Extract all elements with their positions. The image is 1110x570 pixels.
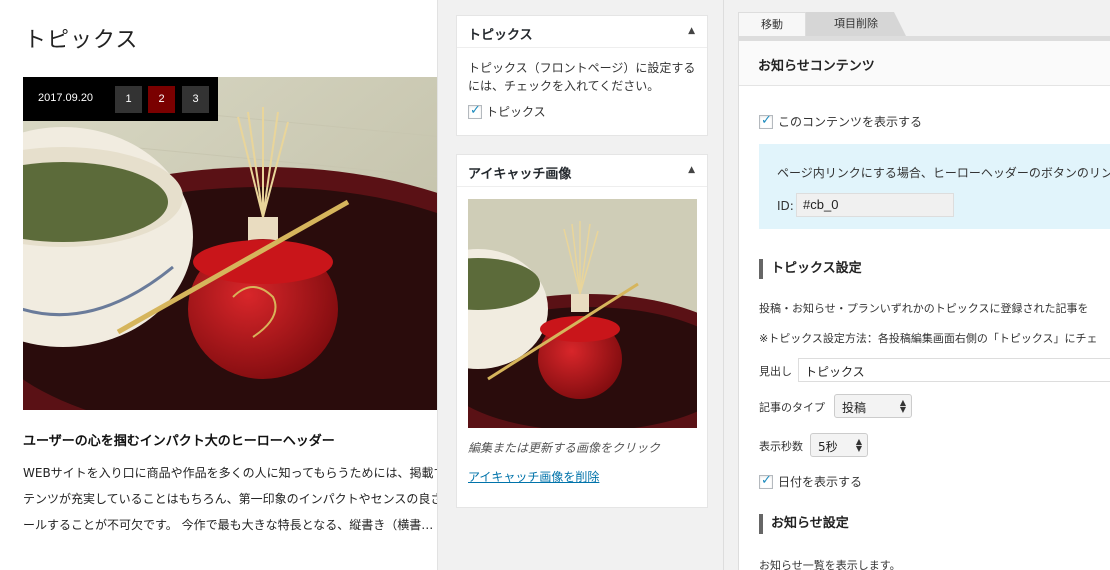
article-title[interactable]: ユーザーの心を掴むインパクト大のヒーローヘッダー xyxy=(23,430,335,449)
topics-metabox-title: トピックス xyxy=(468,28,533,43)
tab-move[interactable]: 移動 xyxy=(738,12,806,36)
hero-image[interactable] xyxy=(23,77,437,410)
collapse-triangle-icon[interactable]: ▲ xyxy=(688,165,695,175)
display-seconds-value: 5秒 xyxy=(818,440,838,454)
select-arrows-icon: ▲ ▼ xyxy=(899,398,906,414)
article-excerpt: WEBサイトを入り口に商品や作品を多くの人に知ってもらうためには、掲載するコンテ… xyxy=(23,466,437,532)
show-date-checkbox[interactable] xyxy=(759,473,773,489)
topics-checkbox-row[interactable]: トピックス xyxy=(457,95,707,120)
topics-metabox: トピックス ▲ トピックス（フロントページ）に設定するには、チェックを入れてくだ… xyxy=(456,15,708,136)
panel-header[interactable]: お知らせコンテンツ xyxy=(739,41,1110,86)
id-field[interactable]: #cb_0 xyxy=(796,193,954,217)
page-button-3[interactable]: 3 xyxy=(182,86,209,113)
topics-settings-note: ※トピックス設定方法：各投稿編集画面右側の「トピックス」にチェ xyxy=(759,332,1098,345)
display-seconds-label: 表示秒数 xyxy=(759,440,803,453)
tab-delete-item[interactable]: 項目削除 xyxy=(806,12,906,36)
news-settings-desc: お知らせ一覧を表示します。 xyxy=(759,559,901,570)
post-date: 2017.09.20 xyxy=(38,92,94,104)
featured-image-hint: 編集または更新する画像をクリック xyxy=(468,441,661,455)
content-builder: 移動 項目削除 お知らせコンテンツ このコンテンツを表示する ページ内リンクにす… xyxy=(723,0,1110,570)
eyecatch-metabox-title: アイキャッチ画像 xyxy=(468,167,572,182)
heading-input[interactable]: トピックス xyxy=(798,358,1110,382)
anchor-info-text: ページ内リンクにする場合、ヒーローヘッダーのボタンのリンク xyxy=(777,166,1110,180)
news-settings-heading: お知らせ設定 xyxy=(759,514,849,534)
display-seconds-select[interactable]: 5秒 ▲ ▼ xyxy=(810,433,868,457)
id-label: ID: xyxy=(777,199,794,213)
collapse-triangle-icon[interactable]: ▲ xyxy=(688,26,695,36)
topics-settings-desc: 投稿・お知らせ・プランいずれかのトピックスに登録された記事を xyxy=(759,302,1089,315)
show-content-checkbox[interactable] xyxy=(759,113,773,129)
featured-image-thumbnail[interactable] xyxy=(468,199,697,428)
topics-settings-heading: トピックス設定 xyxy=(759,259,862,279)
show-date-row[interactable]: 日付を表示する xyxy=(759,473,862,490)
news-content-panel: お知らせコンテンツ このコンテンツを表示する ページ内リンクにする場合、ヒーロー… xyxy=(738,36,1110,570)
date-pagination-bar: 2017.09.20 1 2 3 xyxy=(23,77,218,121)
editor-sidebar: トピックス ▲ トピックス（フロントページ）に設定するには、チェックを入れてくだ… xyxy=(437,0,723,570)
heading-label: 見出し xyxy=(759,365,792,378)
remove-featured-image-link[interactable]: アイキャッチ画像を削除 xyxy=(468,468,599,485)
topics-metabox-header[interactable]: トピックス ▲ xyxy=(457,16,707,48)
select-arrows-icon: ▲ ▼ xyxy=(855,437,862,453)
preview-title: トピックス xyxy=(24,28,139,53)
eyecatch-metabox-header[interactable]: アイキャッチ画像 ▲ xyxy=(457,155,707,187)
show-content-row[interactable]: このコンテンツを表示する xyxy=(759,113,922,130)
post-type-value: 投稿 xyxy=(842,401,867,415)
show-content-label: このコンテンツを表示する xyxy=(778,115,923,129)
panel-title: お知らせコンテンツ xyxy=(758,59,875,74)
post-type-select[interactable]: 投稿 ▲ ▼ xyxy=(834,394,912,418)
topics-checkbox-label: トピックス xyxy=(486,105,546,119)
eyecatch-metabox: アイキャッチ画像 ▲ 編集または更新する画像をクリック アイキャッチ画像を削除 xyxy=(456,154,708,508)
topics-checkbox[interactable] xyxy=(468,103,482,119)
topics-metabox-description: トピックス（フロントページ）に設定するには、チェックを入れてください。 xyxy=(468,61,696,93)
topics-preview: トピックス 2017.09.20 1 2 3 ユーザーの心を掴むインパクト大のヒ… xyxy=(0,0,437,570)
page-button-1[interactable]: 1 xyxy=(115,86,142,113)
show-date-label: 日付を表示する xyxy=(778,475,863,489)
anchor-info-box: ページ内リンクにする場合、ヒーローヘッダーのボタンのリンク ID: #cb_0 xyxy=(759,144,1110,229)
post-type-label: 記事のタイプ xyxy=(759,401,825,414)
page-button-2[interactable]: 2 xyxy=(148,86,175,113)
